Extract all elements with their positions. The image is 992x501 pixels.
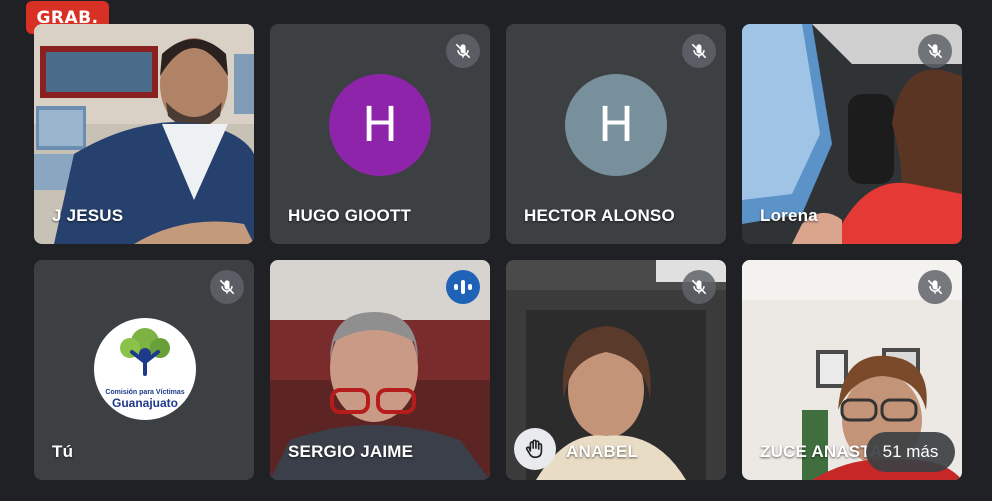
participant-tile-lorena[interactable]: Lorena <box>742 24 962 244</box>
tree-icon <box>120 328 170 376</box>
participant-name: SERGIO JAIME <box>288 442 414 461</box>
participant-tile-anabel[interactable]: ANABEL <box>506 260 726 480</box>
mic-off-icon <box>918 270 952 304</box>
organization-logo: Comisión para Víctimas Guanajuato <box>94 318 196 420</box>
participant-tile-j-jesus[interactable]: J JESUS <box>34 24 254 244</box>
logo-line2: Guanajuato <box>111 396 178 410</box>
mic-off-icon <box>918 34 952 68</box>
avatar: H <box>329 74 431 176</box>
participant-tile-hugo-gioott[interactable]: H HUGO GIOOTT <box>270 24 490 244</box>
logo-line1: Comisión para Víctimas <box>105 389 185 396</box>
participant-name: Tú <box>52 442 74 461</box>
mic-off-icon <box>446 34 480 68</box>
participant-tile-hector-alonso[interactable]: H HECTOR ALONSO <box>506 24 726 244</box>
participant-tile-sergio-jaime[interactable]: SERGIO JAIME <box>270 260 490 480</box>
raised-hand-icon <box>514 428 556 470</box>
participant-name: Lorena <box>760 206 818 225</box>
mic-off-icon <box>682 34 716 68</box>
more-participants-button[interactable]: 51 más <box>866 432 955 472</box>
speaking-indicator-icon <box>446 270 480 304</box>
participant-name: ANABEL <box>566 442 639 461</box>
participant-tile-self[interactable]: Comisión para Víctimas Guanajuato Tú <box>34 260 254 480</box>
participant-name: HECTOR ALONSO <box>524 206 675 225</box>
participant-name: HUGO GIOOTT <box>288 206 412 225</box>
mic-off-icon <box>682 270 716 304</box>
mic-off-icon <box>210 270 244 304</box>
participant-name: ZUCE ANASTA <box>760 442 883 461</box>
participant-name: J JESUS <box>52 206 124 225</box>
avatar: H <box>565 74 667 176</box>
